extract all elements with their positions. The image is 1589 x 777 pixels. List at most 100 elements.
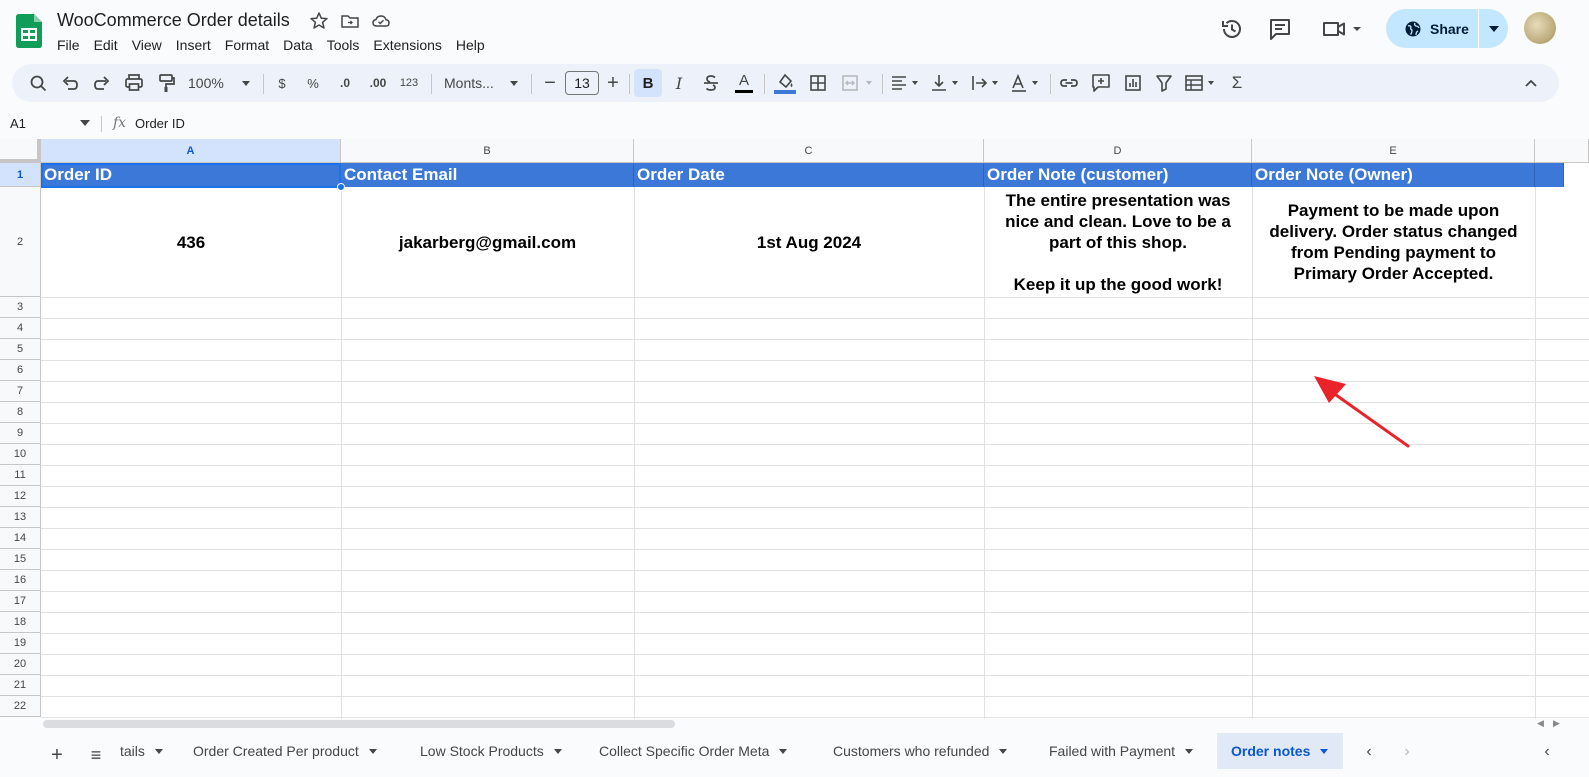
print-icon[interactable]: [122, 64, 146, 102]
row-header-20[interactable]: 20: [0, 654, 41, 675]
select-all-corner[interactable]: [0, 139, 41, 163]
column-header-f[interactable]: [1535, 139, 1589, 163]
cell-c2[interactable]: 1st Aug 2024: [634, 187, 984, 297]
sheet-tab-customers-who-refunded[interactable]: Customers who refunded: [819, 733, 1021, 769]
text-wrapping-icon[interactable]: [968, 64, 1004, 102]
user-avatar[interactable]: [1524, 12, 1556, 44]
sheets-logo-icon[interactable]: [16, 14, 42, 48]
row-header-7[interactable]: 7: [0, 381, 41, 402]
row-header-22[interactable]: 22: [0, 696, 41, 717]
filter-views-icon[interactable]: [1182, 64, 1222, 102]
filter-icon[interactable]: [1152, 64, 1176, 102]
merge-cells-icon[interactable]: [838, 64, 878, 102]
menu-file[interactable]: File: [50, 35, 87, 55]
move-folder-icon[interactable]: [340, 11, 360, 31]
increase-font-size-button[interactable]: +: [603, 64, 623, 102]
menu-help[interactable]: Help: [449, 35, 492, 55]
sheet-tab-order-details[interactable]: tails: [106, 733, 177, 769]
borders-icon[interactable]: [806, 64, 830, 102]
document-title[interactable]: WooCommerce Order details: [57, 10, 290, 31]
scroll-right-icon[interactable]: ▶: [1553, 718, 1560, 729]
row-header-5[interactable]: 5: [0, 339, 41, 360]
cloud-saved-icon[interactable]: [371, 11, 391, 31]
menu-view[interactable]: View: [125, 35, 169, 55]
cell-c1[interactable]: Order Date: [634, 163, 984, 187]
share-dropdown[interactable]: [1479, 9, 1508, 48]
row-header-13[interactable]: 13: [0, 507, 41, 528]
cell-f1[interactable]: [1535, 163, 1564, 187]
format-currency-button[interactable]: $: [271, 64, 293, 102]
row-header-2[interactable]: 2: [0, 187, 41, 297]
search-menus-icon[interactable]: [26, 64, 50, 102]
formula-input[interactable]: Order ID: [135, 116, 185, 131]
redo-icon[interactable]: [90, 64, 114, 102]
insert-comment-icon[interactable]: [1089, 64, 1113, 102]
text-color-button[interactable]: A: [732, 64, 756, 102]
menu-edit[interactable]: Edit: [87, 35, 125, 55]
menu-extensions[interactable]: Extensions: [366, 35, 448, 55]
functions-button[interactable]: Σ: [1225, 64, 1249, 102]
row-header-21[interactable]: 21: [0, 675, 41, 696]
row-header-4[interactable]: 4: [0, 318, 41, 339]
scroll-left-icon[interactable]: ◀: [1537, 718, 1544, 729]
add-sheet-button[interactable]: +: [43, 741, 71, 769]
row-header-14[interactable]: 14: [0, 528, 41, 549]
row-header-19[interactable]: 19: [0, 633, 41, 654]
sheet-tab-low-stock-products[interactable]: Low Stock Products: [406, 733, 576, 769]
horizontal-align-icon[interactable]: [888, 64, 924, 102]
format-percent-button[interactable]: %: [302, 64, 324, 102]
name-box-caret-icon[interactable]: [80, 120, 90, 126]
insert-link-icon[interactable]: [1057, 64, 1081, 102]
sheet-tab-failed-with-payment[interactable]: Failed with Payment: [1035, 733, 1207, 769]
font-size-input[interactable]: 13: [565, 71, 599, 95]
fill-handle[interactable]: [337, 183, 345, 191]
strikethrough-icon[interactable]: [699, 64, 723, 102]
version-history-icon[interactable]: [1219, 16, 1245, 42]
cell-e2[interactable]: Payment to be made upon delivery. Order …: [1252, 187, 1535, 297]
increase-decimal-button[interactable]: .00: [364, 64, 392, 102]
row-header-3[interactable]: 3: [0, 297, 41, 318]
row-header-15[interactable]: 15: [0, 549, 41, 570]
row-header-10[interactable]: 10: [0, 444, 41, 465]
sheet-tab-order-notes[interactable]: Order notes: [1217, 733, 1343, 769]
menu-insert[interactable]: Insert: [169, 35, 218, 55]
sheet-tab-collect-specific-order-meta[interactable]: Collect Specific Order Meta: [585, 733, 801, 769]
decrease-decimal-button[interactable]: .0: [333, 64, 357, 102]
undo-icon[interactable]: [58, 64, 82, 102]
row-header-18[interactable]: 18: [0, 612, 41, 633]
row-header-9[interactable]: 9: [0, 423, 41, 444]
column-header-a[interactable]: A: [41, 139, 341, 163]
column-header-b[interactable]: B: [341, 139, 634, 163]
collapse-toolbar-icon[interactable]: [1519, 64, 1543, 102]
cell-d1[interactable]: Order Note (customer): [984, 163, 1252, 187]
menu-data[interactable]: Data: [276, 35, 320, 55]
italic-button[interactable]: I: [667, 64, 691, 102]
horizontal-scrollbar[interactable]: [43, 720, 675, 728]
paint-format-icon[interactable]: [154, 64, 178, 102]
row-header-8[interactable]: 8: [0, 402, 41, 423]
fill-color-icon[interactable]: [772, 64, 798, 102]
row-header-17[interactable]: 17: [0, 591, 41, 612]
menu-format[interactable]: Format: [218, 35, 276, 55]
vertical-align-icon[interactable]: [928, 64, 964, 102]
meet-camera-icon[interactable]: [1321, 16, 1365, 42]
zoom-select[interactable]: 100%: [188, 64, 254, 102]
tabs-scroll-left-icon[interactable]: ‹: [1357, 740, 1381, 764]
sheet-tab-order-created-per-product[interactable]: Order Created Per product: [179, 733, 391, 769]
star-icon[interactable]: [309, 11, 329, 31]
tabs-scroll-right-icon[interactable]: ›: [1395, 740, 1419, 764]
cell-d2[interactable]: The entire presentation was nice and cle…: [984, 187, 1252, 297]
bold-button[interactable]: B: [634, 69, 662, 97]
row-header-1[interactable]: 1: [0, 163, 41, 187]
cell-e1[interactable]: Order Note (Owner): [1252, 163, 1535, 187]
share-button[interactable]: Share: [1386, 9, 1508, 48]
row-header-16[interactable]: 16: [0, 570, 41, 591]
cell-b1[interactable]: Contact Email: [341, 163, 634, 187]
row-header-6[interactable]: 6: [0, 360, 41, 381]
side-panel-toggle-icon[interactable]: ‹: [1535, 740, 1559, 764]
menu-tools[interactable]: Tools: [320, 35, 367, 55]
row-header-11[interactable]: 11: [0, 465, 41, 486]
insert-chart-icon[interactable]: [1121, 64, 1145, 102]
column-header-c[interactable]: C: [634, 139, 984, 163]
cell-b2[interactable]: jakarberg@gmail.com: [341, 187, 634, 297]
